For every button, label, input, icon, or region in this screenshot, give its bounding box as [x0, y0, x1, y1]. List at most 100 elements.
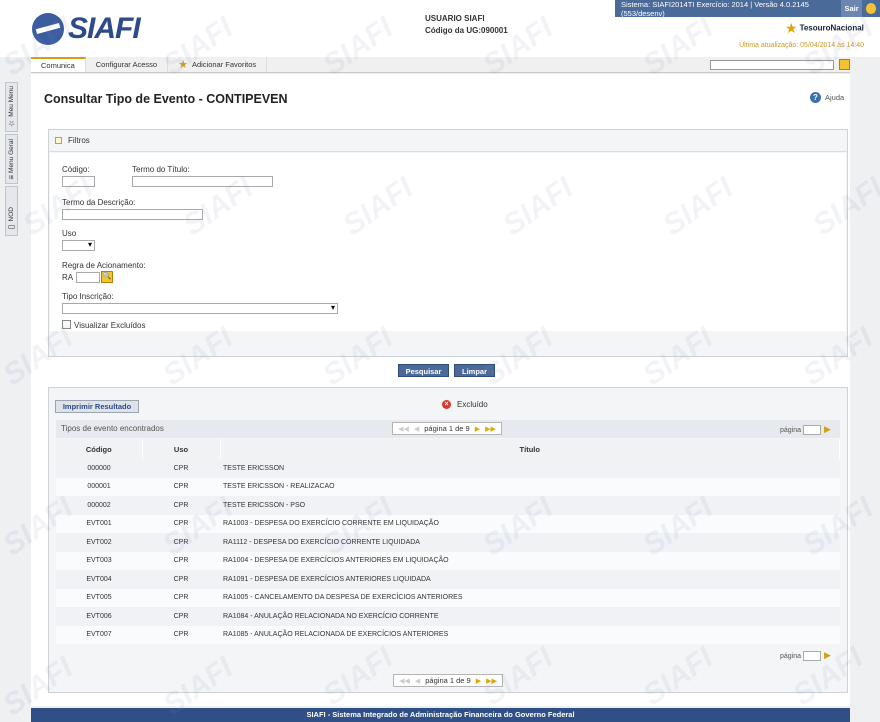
print-results-button[interactable]: Imprimir Resultado [55, 400, 139, 413]
cell-codigo: 000000 [56, 459, 142, 478]
nav-add-favorites-label: Adicionar Favoritos [191, 59, 257, 69]
user-info: USUARIO SIAFI Código da UG:090001 [425, 13, 508, 37]
prev-page-icon[interactable]: ◀ [414, 425, 419, 433]
filters-panel: Filtros Código: Termo do Título: Termo d… [48, 129, 848, 357]
cell-titulo[interactable]: TESTE ERICSSON [220, 459, 840, 478]
app-footer: SIAFI - Sistema Integrado de Administraç… [31, 708, 850, 722]
cell-titulo[interactable]: RA1085 - ANULAÇÃO RELACIONADA DE EXERCÍC… [220, 625, 840, 644]
siafi-logo: SIAFI [32, 12, 141, 46]
col-codigo-header[interactable]: Código [56, 439, 143, 459]
tesouro-star-icon: ★ [785, 20, 798, 36]
cell-codigo: EVT006 [56, 607, 142, 626]
tipo-inscricao-label: Tipo Inscrição: [62, 292, 114, 301]
page-jump-go-icon-bottom[interactable]: ▶ [824, 650, 831, 661]
ra-prefix: RA [62, 273, 74, 282]
clear-button[interactable]: Limpar [454, 364, 495, 377]
page-jump-input-bottom[interactable] [803, 651, 821, 661]
ug-value: 090001 [481, 26, 508, 35]
help-label: Ajuda [825, 93, 845, 102]
nav-search-go-button[interactable] [839, 59, 850, 70]
cell-titulo[interactable]: TESTE ERICSSON - PSO [220, 496, 840, 515]
exit-button[interactable]: Sair [841, 0, 862, 17]
cell-codigo: EVT002 [56, 533, 142, 552]
lookup-search-icon[interactable]: 🔍 [101, 271, 113, 283]
siafi-logo-mark [32, 13, 64, 45]
prev-page-icon[interactable]: ◀ [415, 677, 420, 685]
table-row[interactable]: EVT004 CPR RA1091 - DESPESA DE EXERCÍCIOS … [56, 570, 840, 589]
excluded-legend: × Excluído [442, 400, 488, 409]
menu-icon: ≡ [7, 175, 16, 180]
table-row[interactable]: EVT005 CPR RA1005 - CANCELAMENTO DA DESPES… [56, 588, 840, 607]
nav-comunica[interactable]: Comunica [31, 57, 86, 72]
cell-uso: CPR [142, 588, 220, 607]
next-page-icon[interactable]: ▶ [476, 677, 481, 685]
search-button[interactable]: Pesquisar [398, 364, 449, 377]
termo-titulo-input[interactable] [132, 176, 273, 187]
sidetab-nod-label: NOD [8, 206, 15, 221]
cell-titulo[interactable]: RA1003 - DESPESA DO EXERCÍCIO CORRENTE E… [220, 514, 840, 533]
cell-titulo[interactable]: RA1005 - CANCELAMENTO DA DESPESA DE EXER… [220, 588, 840, 607]
table-row[interactable]: 000001 CPR TESTE ERICSSON - REALIZACAO [56, 477, 840, 496]
last-page-icon[interactable]: ▶▶ [486, 677, 497, 685]
ug-info: Código da UG:090001 [425, 25, 508, 37]
cell-titulo[interactable]: RA1004 - DESPESA DE EXERCÍCIOS ANTERIORE… [220, 551, 840, 570]
cell-titulo[interactable]: RA1112 - DESPESA DO EXERCÍCIO CORRENTE L… [220, 533, 840, 552]
cell-codigo: EVT005 [56, 588, 142, 607]
events-table: Código Uso Título 000000 CPR TESTE ERICSSO… [56, 439, 840, 644]
table-row[interactable]: EVT006 CPR RA1084 - ANULAÇÃO RELACIONADA N… [56, 607, 840, 626]
exit-icon[interactable] [865, 3, 876, 14]
first-page-icon[interactable]: ◀◀ [398, 425, 409, 433]
nav-search-input[interactable] [710, 60, 834, 70]
cell-codigo: 000002 [56, 496, 142, 515]
table-row[interactable]: EVT003 CPR RA1004 - DESPESA DE EXERCÍCIOS … [56, 551, 840, 570]
table-row[interactable]: EVT007 CPR RA1085 - ANULAÇÃO RELACIONADA D… [56, 625, 840, 644]
pager-bottom: ◀◀ ◀ página 1 de 9 ▶ ▶▶ [393, 674, 503, 687]
next-page-icon[interactable]: ▶ [475, 425, 480, 433]
cell-titulo[interactable]: TESTE ERICSSON - REALIZACAO [220, 477, 840, 496]
table-row[interactable]: 000002 CPR TESTE ERICSSON - PSO [56, 496, 840, 515]
termo-descricao-input[interactable] [62, 209, 203, 220]
tesouro-label: TesouroNacional [799, 23, 864, 33]
help-link[interactable]: ? Ajuda [810, 92, 844, 103]
cell-titulo[interactable]: RA1091 - DESPESA DE EXERCÍCIOS ANTERIORE… [220, 570, 840, 589]
star-icon: ☆ [7, 119, 16, 128]
last-page-icon[interactable]: ▶▶ [485, 425, 496, 433]
table-row[interactable]: 000000 CPR TESTE ERICSSON [56, 459, 840, 478]
cell-titulo[interactable]: RA1084 - ANULAÇÃO RELACIONADA NO EXERCÍC… [220, 607, 840, 626]
page-jump-go-icon-top[interactable]: ▶ [824, 424, 831, 435]
col-titulo-header[interactable]: Título [220, 439, 840, 459]
sidetab-menu-geral-label: Menu Geral [8, 139, 15, 174]
filters-header[interactable]: Filtros [49, 130, 847, 152]
regra-acionamento-input[interactable] [76, 272, 100, 283]
first-page-icon[interactable]: ◀◀ [399, 677, 410, 685]
termo-titulo-label: Termo do Título: [132, 165, 190, 174]
cell-uso: CPR [142, 570, 220, 589]
table-row[interactable]: EVT002 CPR RA1112 - DESPESA DO EXERCÍCIO C… [56, 533, 840, 552]
sidetab-nod[interactable]: NOD ▭ [5, 186, 18, 236]
sidetab-meu-menu[interactable]: Meu Menu ☆ [5, 82, 18, 132]
table-row[interactable]: EVT001 CPR RA1003 - DESPESA DO EXERCÍCIO C… [56, 514, 840, 533]
tipo-inscricao-select[interactable] [62, 303, 338, 314]
col-uso-header[interactable]: Uso [142, 439, 221, 459]
nav-add-favorites[interactable]: ★ Adicionar Favoritos [168, 57, 268, 72]
pager-top: ◀◀ ◀ página 1 de 9 ▶ ▶▶ [392, 422, 502, 435]
cell-uso: CPR [142, 514, 220, 533]
cell-uso: CPR [142, 607, 220, 626]
termo-descricao-label: Termo da Descrição: [62, 198, 136, 207]
table-header-row: Código Uso Título [56, 439, 840, 459]
page-jump-input-top[interactable] [803, 425, 821, 435]
cell-uso: CPR [142, 496, 220, 515]
visualizar-excluidos-checkbox[interactable] [62, 320, 71, 329]
uso-select[interactable] [62, 240, 95, 251]
cell-uso: CPR [142, 533, 220, 552]
tesouro-nacional-logo: ★ TesouroNacional [785, 20, 864, 37]
collapse-icon[interactable] [55, 137, 62, 144]
siafi-logo-text: SIAFI [68, 12, 141, 45]
cell-uso: CPR [142, 477, 220, 496]
sidetab-menu-geral[interactable]: Menu Geral ≡ [5, 134, 18, 184]
system-info-bar: Sistema: SIAFI2014TI Exercício: 2014 | V… [615, 0, 880, 18]
filters-body: Código: Termo do Título: Termo da Descri… [50, 153, 846, 331]
codigo-input[interactable] [62, 176, 95, 187]
cell-uso: CPR [142, 459, 220, 478]
nav-configurar-acesso[interactable]: Configurar Acesso [86, 57, 169, 72]
